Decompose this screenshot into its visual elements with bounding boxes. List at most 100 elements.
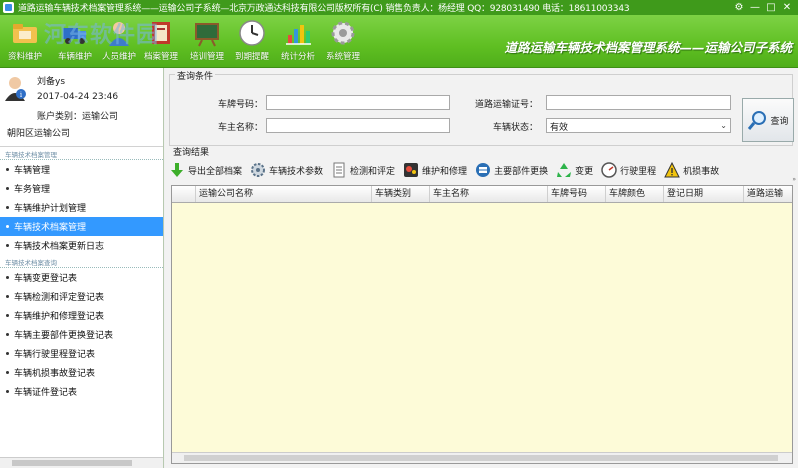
window-title: 道路运输车辆技术档案管理系统——运输公司子系统—北京万政通达科技有限公司版权所有… xyxy=(18,4,630,14)
system-banner: 道路运输车辆技术档案管理系统——运输公司子系统 xyxy=(504,40,792,55)
table-horizontal-scrollbar[interactable] xyxy=(172,452,792,463)
column-header-transport-permit[interactable]: 道路运输 xyxy=(744,186,792,202)
recycle-icon xyxy=(557,163,572,177)
toolbar-item-system[interactable]: 系统管理 xyxy=(318,18,368,62)
results-action-bar: 导出全部档案 车辆技术参数 检测和评定 维护和修理 主要部件更换 变更 行驶里程 xyxy=(169,157,791,183)
login-datetime: 2017-04-24 23:46 xyxy=(37,92,119,102)
panel-expand-icon[interactable]: » xyxy=(792,176,796,183)
sidebar-item-mileage-register[interactable]: 车辆行驶里程登记表 xyxy=(0,344,163,363)
title-bar: 道路运输车辆技术档案管理系统——运输公司子系统—北京万政通达科技有限公司版权所有… xyxy=(0,0,798,15)
sidebar-item-maintenance-plan[interactable]: 车辆维护计划管理 xyxy=(0,198,163,217)
main-content: 查询条件 车牌号码： 道路运输证号： 车主名称： 车辆状态： 有效 ⌄ 查询 查询… xyxy=(165,68,798,468)
permit-label: 道路运输证号： xyxy=(474,100,538,110)
scrollbar-thumb[interactable] xyxy=(12,460,132,466)
column-header-plate-number[interactable]: 车牌号码 xyxy=(548,186,606,202)
gear-icon xyxy=(251,163,266,177)
sidebar-item-accident-register[interactable]: 车辆机损事故登记表 xyxy=(0,363,163,382)
sidebar-item-repair-register[interactable]: 车辆维护和修理登记表 xyxy=(0,306,163,325)
minimize-button[interactable]: — xyxy=(748,1,762,14)
user-name: 刘备ys xyxy=(37,77,66,87)
plate-label: 车牌号码： xyxy=(217,100,263,110)
bullet-icon xyxy=(6,314,9,317)
sidebar-item-tech-archive[interactable]: 车辆技术档案管理 xyxy=(0,217,163,236)
bullet-icon xyxy=(6,390,9,393)
tech-params-button[interactable]: 车辆技术参数 xyxy=(250,162,323,178)
sidebar-item-certificate-register[interactable]: 车辆证件登记表 xyxy=(0,382,163,401)
query-button-label: 查询 xyxy=(770,116,789,127)
clock-icon xyxy=(239,20,265,46)
gear-icon xyxy=(331,21,355,45)
vehicle-status-select[interactable]: 有效 ⌄ xyxy=(546,118,731,133)
column-header-company[interactable]: 运输公司名称 xyxy=(196,186,372,202)
window-controls: ⚙ — □ ✕ xyxy=(732,1,798,14)
transport-permit-input[interactable] xyxy=(546,95,731,110)
column-header-vehicle-type[interactable]: 车辆类别 xyxy=(372,186,430,202)
sidebar-item-vehicle-affairs[interactable]: 车务管理 xyxy=(0,179,163,198)
bullet-icon xyxy=(6,276,9,279)
avatar: i xyxy=(5,77,26,101)
maximize-button[interactable]: □ xyxy=(764,1,778,14)
sidebar-group-title-archive-query: 车辆技术档案查询 xyxy=(0,255,163,268)
column-header-plate-color[interactable]: 车牌颜色 xyxy=(606,186,664,202)
repair-button[interactable]: 维护和修理 xyxy=(403,162,467,178)
document-icon xyxy=(333,162,345,178)
bullet-icon xyxy=(6,225,9,228)
wrench-icon xyxy=(404,163,419,177)
board-icon xyxy=(195,23,219,47)
chart-icon xyxy=(286,25,311,45)
bullet-icon xyxy=(6,333,9,336)
results-table[interactable]: 运输公司名称 车辆类别 车主名称 车牌号码 车牌颜色 登记日期 道路运输 xyxy=(171,185,793,464)
company-name: 朝阳区运输公司 xyxy=(7,129,71,139)
toolbar-item-training[interactable]: 培训管理 xyxy=(182,18,232,62)
bullet-icon xyxy=(6,295,9,298)
close-button[interactable]: ✕ xyxy=(780,1,794,14)
owner-label: 车主名称： xyxy=(217,123,263,133)
sidebar-item-vehicle-mgmt[interactable]: 车辆管理 xyxy=(0,160,163,179)
folder-icon xyxy=(13,24,37,43)
account-type: 账户类别：运输公司 xyxy=(37,112,119,122)
owner-name-input[interactable] xyxy=(266,118,450,133)
magnifier-icon xyxy=(748,111,767,130)
mileage-button[interactable]: 行驶里程 xyxy=(601,162,656,178)
sidebar-item-inspection-register[interactable]: 车辆检测和评定登记表 xyxy=(0,287,163,306)
bullet-icon xyxy=(6,352,9,355)
watermark: 河东软件园 xyxy=(44,23,160,48)
parts-replacement-button[interactable]: 主要部件更换 xyxy=(475,162,548,178)
plate-number-input[interactable] xyxy=(266,95,450,110)
query-button[interactable]: 查询 xyxy=(742,98,794,142)
accident-button[interactable]: 机损事故 xyxy=(664,162,719,178)
bullet-icon xyxy=(6,187,9,190)
inspection-button[interactable]: 检测和评定 xyxy=(331,162,395,178)
bullet-icon xyxy=(6,371,9,374)
export-all-button[interactable]: 导出全部档案 xyxy=(169,162,242,178)
toolbar-item-statistics[interactable]: 统计分析 xyxy=(273,18,323,62)
scrollbar-thumb[interactable] xyxy=(184,455,778,461)
bullet-icon xyxy=(6,168,9,171)
query-conditions: 查询条件 车牌号码： 道路运输证号： 车主名称： 车辆状态： 有效 ⌄ 查询 xyxy=(169,69,794,146)
toolbar-item-expiry-reminder[interactable]: 到期提醒 xyxy=(227,18,277,62)
left-panel: i 刘备ys 2017-04-24 23:46 账户类别：运输公司 朝阳区运输公… xyxy=(0,68,164,468)
sidebar-item-parts-register[interactable]: 车辆主要部件更换登记表 xyxy=(0,325,163,344)
sidebar-item-archive-log[interactable]: 车辆技术档案更新日志 xyxy=(0,236,163,255)
table-header: 运输公司名称 车辆类别 车主名称 车牌号码 车牌颜色 登记日期 道路运输 xyxy=(172,186,792,203)
speedometer-icon xyxy=(601,162,617,178)
user-info: i 刘备ys 2017-04-24 23:46 账户类别：运输公司 朝阳区运输公… xyxy=(0,68,163,147)
change-button[interactable]: 变更 xyxy=(556,162,593,178)
toolbar-item-data-maintenance[interactable]: 资料维护 xyxy=(0,18,50,62)
chevron-down-icon: ⌄ xyxy=(720,121,727,130)
sidebar-item-change-register[interactable]: 车辆变更登记表 xyxy=(0,268,163,287)
column-header-register-date[interactable]: 登记日期 xyxy=(664,186,744,202)
bullet-icon xyxy=(6,206,9,209)
sidebar-group-title-archive-mgmt: 车辆技术档案管理 xyxy=(0,147,163,160)
query-legend: 查询条件 xyxy=(175,69,216,82)
app-icon xyxy=(3,2,14,13)
settings-icon[interactable]: ⚙ xyxy=(732,1,746,14)
status-label: 车辆状态： xyxy=(492,123,538,133)
warning-icon xyxy=(664,162,680,178)
sidebar-horizontal-scrollbar[interactable] xyxy=(0,457,163,468)
bullet-icon xyxy=(6,244,9,247)
download-icon xyxy=(171,163,183,177)
column-header-owner[interactable]: 车主名称 xyxy=(430,186,548,202)
column-header-selector[interactable] xyxy=(172,186,196,202)
parts-icon xyxy=(476,163,491,177)
